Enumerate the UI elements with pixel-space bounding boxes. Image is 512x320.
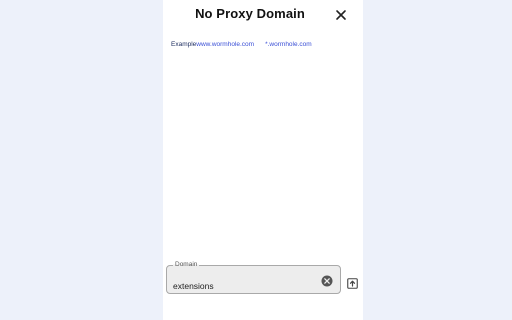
- upload-icon[interactable]: [347, 278, 358, 289]
- close-icon[interactable]: [334, 8, 348, 22]
- example-item-wildcard: *.wormhole.com: [265, 41, 312, 48]
- domain-field[interactable]: Domain: [166, 261, 341, 294]
- domain-input[interactable]: [173, 281, 313, 291]
- example-label: Example: [171, 41, 197, 48]
- close-button[interactable]: [334, 8, 348, 22]
- dialog-title: No Proxy Domain: [195, 6, 305, 21]
- clear-circle-icon[interactable]: [321, 275, 333, 287]
- domain-field-label: Domain: [173, 261, 200, 268]
- examples-row: Examplewww.wormhole.com *.wormhole.com: [171, 41, 312, 48]
- clear-button[interactable]: [321, 274, 333, 287]
- dialog-panel: No Proxy Domain Examplewww.wormhole.com *…: [163, 0, 363, 320]
- upload-button[interactable]: [347, 276, 358, 289]
- example-item-www: www.wormhole.com: [196, 41, 255, 48]
